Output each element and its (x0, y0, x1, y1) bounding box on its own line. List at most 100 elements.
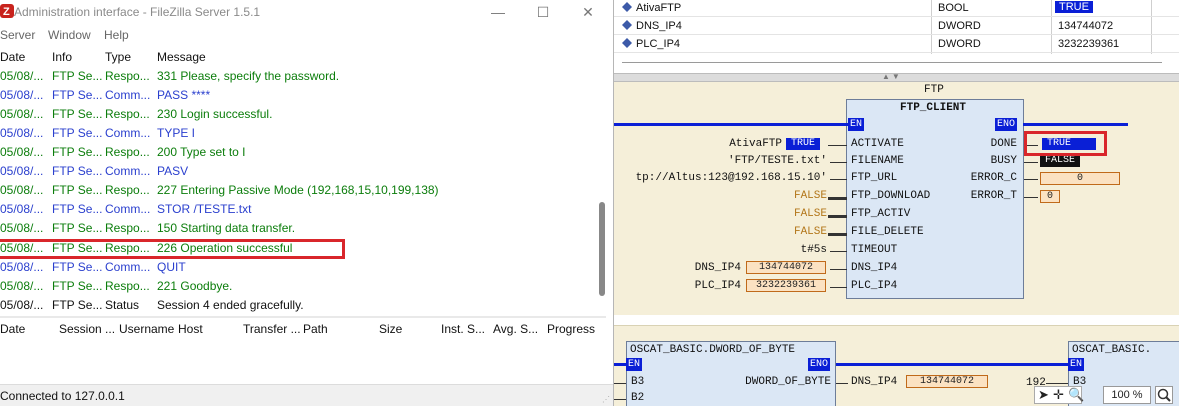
log-type: Respo... (105, 145, 150, 159)
log-row[interactable]: 05/08/... FTP Se... Comm... QUIT (0, 258, 600, 277)
col-session[interactable]: Session ... (59, 322, 115, 336)
filezilla-server-icon: Z (0, 4, 14, 18)
log-row[interactable]: 05/08/... FTP Se... Comm... PASV (0, 162, 600, 181)
arg-ativaftp-value[interactable]: TRUE (786, 138, 821, 150)
col-host[interactable]: Host (178, 322, 203, 336)
log-row[interactable]: 05/08/... FTP Se... Comm... TYPE I (0, 124, 600, 143)
move-tool-icon[interactable]: ✛ (1053, 387, 1064, 403)
col-avg-speed[interactable]: Avg. S... (493, 322, 538, 336)
menu-window[interactable]: Window (48, 28, 91, 42)
pin-plc-ip4: PLC_IP4 (851, 280, 898, 292)
ladder-network-1: FTP FTP_CLIENT EN ENO ACTIVATE FILENAME … (614, 82, 1179, 315)
log-row[interactable]: 05/08/... FTP Se... Respo... 150 Startin… (0, 219, 600, 238)
eno-pin: ENO (995, 118, 1018, 131)
log-row[interactable]: 05/08/... FTP Se... Comm... STOR /TESTE.… (0, 200, 600, 219)
log-row[interactable]: 05/08/... FTP Se... Respo... 200 Type se… (0, 143, 600, 162)
variable-name: AtivaFTP (636, 2, 682, 14)
arg-dns-ip4-value[interactable]: 134744072 (746, 261, 826, 274)
out-error-t-value[interactable]: 0 (1040, 190, 1060, 203)
pin-timeout: TIMEOUT (851, 244, 898, 256)
log-date: 05/08/... (0, 221, 44, 235)
arg-dns-ip4: DNS_IP4 (694, 262, 741, 274)
pin-file-delete: FILE_DELETE (851, 226, 924, 238)
log-row[interactable]: 05/08/... FTP Se... Respo... 227 Enterin… (0, 181, 600, 200)
log-row[interactable]: 05/08/... FTP Se... Comm... PASS **** (0, 86, 600, 105)
fb-instance-name: FTP (924, 84, 944, 96)
log-row[interactable]: 05/08/... FTP Se... Respo... 331 Please,… (0, 67, 600, 86)
close-button[interactable]: ✕ (575, 2, 601, 22)
variable-value[interactable]: 3232239361 (1058, 38, 1119, 50)
log-row[interactable]: 05/08/... FTP Se... Respo... 221 Goodbye… (0, 277, 600, 296)
col-message[interactable]: Message (157, 50, 597, 64)
col-path[interactable]: Path (303, 322, 328, 336)
input-wire (830, 287, 847, 288)
log-type: Comm... (105, 126, 151, 140)
arg-ftp-download: FALSE (793, 190, 827, 202)
log-date: 05/08/... (0, 183, 44, 197)
pointer-tool-icon[interactable]: ➤ (1038, 387, 1049, 403)
log-info: FTP Se... (52, 126, 103, 140)
highlight-operation-successful (0, 239, 345, 259)
title-bar[interactable]: Z Administration interface - FileZilla S… (0, 0, 613, 24)
variable-row[interactable]: PLC_IP4 DWORD 3232239361 (614, 36, 1179, 53)
arg-ftp-url: tp://Altus:123@192.168.15.10' (635, 172, 827, 184)
menu-help[interactable]: Help (104, 28, 129, 42)
variable-row[interactable]: DNS_IP4 DWORD 134744072 (614, 18, 1179, 35)
pin-error-c: ERROR_C (970, 172, 1017, 184)
variable-value[interactable]: 134744072 (1058, 20, 1113, 32)
minimize-button[interactable]: — (485, 2, 511, 22)
log-row[interactable]: 05/08/... FTP Se... Respo... 230 Login s… (0, 105, 600, 124)
log-info: FTP Se... (52, 164, 103, 178)
variable-name: DNS_IP4 (636, 20, 682, 32)
log-row[interactable]: 05/08/... FTP Se... Status Session 4 end… (0, 296, 600, 315)
output-value[interactable]: 134744072 (906, 375, 988, 388)
log-type: Respo... (105, 279, 150, 293)
log-message: TYPE I (157, 126, 196, 140)
log-message: Session 4 ended gracefully. (157, 298, 304, 312)
out-error-c-value[interactable]: 0 (1040, 172, 1120, 185)
pin-dns-ip4: DNS_IP4 (851, 262, 898, 274)
log-info: FTP Se... (52, 202, 103, 216)
variable-value[interactable]: TRUE (1055, 1, 1093, 13)
menu-server[interactable]: Server (0, 28, 35, 42)
log-message: 331 Please, specify the password. (157, 69, 340, 83)
log-info: FTP Se... (52, 279, 103, 293)
pane-splitter[interactable]: ▲▼ (614, 72, 1179, 82)
col-session-date[interactable]: Date (0, 322, 25, 336)
col-type[interactable]: Type (105, 50, 153, 64)
zoom-level[interactable]: 100 % (1103, 386, 1151, 404)
input-wire (830, 251, 847, 252)
log-date: 05/08/... (0, 202, 44, 216)
col-info[interactable]: Info (52, 50, 104, 64)
variable-row[interactable]: AtivaFTP BOOL TRUE (614, 0, 1179, 17)
variable-type: DWORD (938, 20, 981, 32)
output-wire (1024, 162, 1038, 163)
log-scrollbar[interactable] (598, 46, 608, 316)
col-transfer[interactable]: Transfer ... (243, 322, 301, 336)
en-pin: EN (848, 118, 865, 131)
zoom-tool-icon[interactable]: 🔍 (1068, 387, 1084, 403)
log-type: Comm... (105, 164, 151, 178)
col-progress[interactable]: Progress (547, 322, 595, 336)
col-username[interactable]: Username (119, 322, 174, 336)
log-type: Comm... (105, 260, 151, 274)
zoom-icon[interactable] (1155, 386, 1173, 404)
pane-divider[interactable] (0, 316, 606, 318)
log-date: 05/08/... (0, 126, 44, 140)
variable-watch-table: AtivaFTP BOOL TRUE DNS_IP4 DWORD 1347440… (614, 0, 1179, 73)
col-inst-speed[interactable]: Inst. S... (441, 322, 485, 336)
arg-plc-ip4-value[interactable]: 3232239361 (746, 279, 826, 292)
out-busy-value[interactable]: FALSE (1040, 155, 1081, 167)
input-wire (828, 215, 847, 218)
menu-bar: Server Window Help (0, 26, 613, 46)
log-message: STOR /TESTE.txt (157, 202, 252, 216)
input-wire (830, 269, 847, 270)
col-date[interactable]: Date (0, 50, 46, 64)
log-message: PASV (157, 164, 189, 178)
maximize-button[interactable]: ☐ (530, 2, 556, 22)
pin-done: DONE (990, 138, 1017, 150)
scrollbar-thumb[interactable] (599, 202, 605, 296)
pin-ftp-download: FTP_DOWNLOAD (851, 190, 931, 202)
resize-grip-icon[interactable]: ⋰ (602, 395, 610, 404)
col-size[interactable]: Size (379, 322, 402, 336)
